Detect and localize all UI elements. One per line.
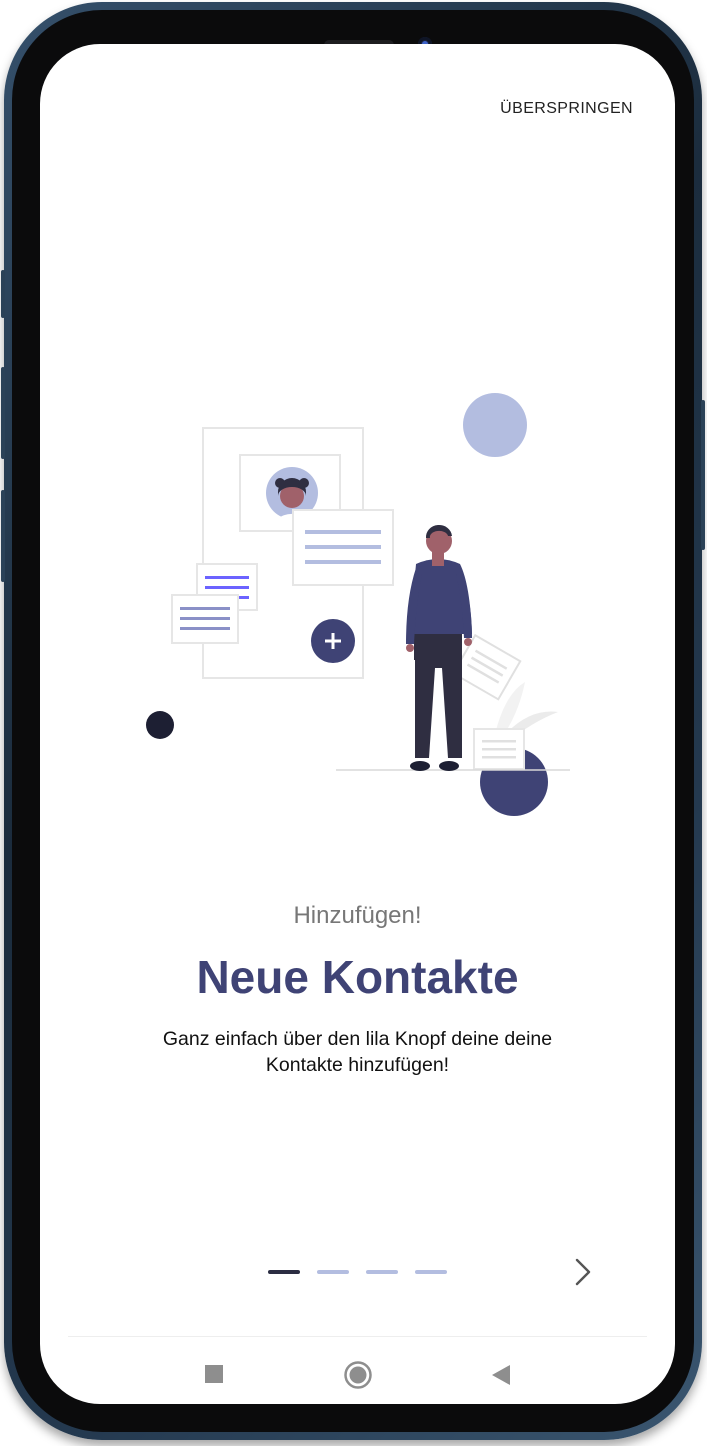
decor-circle-light — [463, 393, 527, 457]
page-dot[interactable] — [366, 1270, 398, 1274]
page-dot[interactable] — [415, 1270, 447, 1274]
side-button — [1, 367, 5, 459]
side-button — [1, 270, 5, 318]
page-dot[interactable] — [317, 1270, 349, 1274]
phone-frame: ÜBERSPRINGEN Hinzufügen! Neue Kontakte G… — [1, 2, 705, 1440]
page-dot-active[interactable] — [268, 1270, 300, 1274]
onboarding-subtitle: Hinzufügen! — [293, 902, 422, 929]
chevron-right-icon[interactable] — [568, 1250, 598, 1290]
onboarding-description: Ganz einfach über den lila Knopf deine d… — [162, 1028, 553, 1076]
triangle-back-icon[interactable] — [490, 1364, 512, 1386]
square-icon[interactable] — [204, 1364, 224, 1384]
screen: ÜBERSPRINGEN Hinzufügen! Neue Kontakte G… — [40, 44, 675, 1404]
side-button — [1, 490, 5, 582]
system-nav-bar — [40, 1336, 675, 1404]
decor-circle-dark — [146, 711, 174, 739]
onboarding-illustration — [146, 393, 570, 816]
circle-icon[interactable] — [343, 1360, 373, 1390]
power-button — [701, 400, 705, 550]
onboarding-title: Neue Kontakte — [196, 951, 519, 1003]
